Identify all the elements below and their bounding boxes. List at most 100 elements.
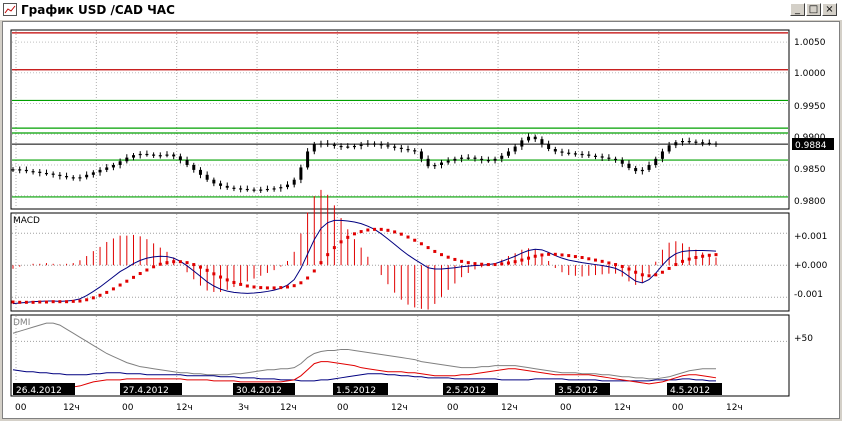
candle-body [312,144,316,152]
macd-signal-point [587,257,591,261]
macd-signal-point [406,235,410,239]
macd-signal-point [660,270,664,274]
macd-signal-point [31,300,35,304]
macd-signal-point [674,263,678,267]
candle-body [527,136,531,141]
macd-signal-point [446,255,450,259]
macd-signal-point [654,273,658,277]
date-label: 3.5.2012 [558,386,598,396]
macd-signal-point [473,262,477,266]
candle-body [85,174,89,178]
candle-body [279,187,283,189]
candle-body [326,143,330,145]
macd-panel[interactable] [10,212,790,312]
candle-body [145,153,149,156]
macd-signal-point [38,300,42,304]
candle-body [513,146,517,152]
macd-signal-point [527,256,531,260]
price-panel[interactable] [10,29,790,210]
macd-signal-point [614,263,618,267]
candle-body [533,136,537,140]
candle-body [500,155,504,159]
candle-body [600,156,604,158]
candle-body [547,144,551,149]
macd-signal-point [419,242,423,246]
candle-body [292,179,296,185]
candle-body [486,160,490,162]
candle-body [627,163,631,169]
macd-signal-point [620,264,624,268]
hour-label: 12ч [391,403,408,413]
chart-canvas[interactable]: 1.0050 1.0000 0.9950 0.9900 0.9850 0.980… [0,0,842,421]
dmi-label: DMI [13,318,30,328]
macd-signal-point [192,263,196,267]
price-tick-label: 1.0000 [794,69,826,79]
date-label: 2.5.2012 [446,386,486,396]
candle-body [105,167,109,170]
macd-signal-point [65,300,69,304]
candle-body [480,158,484,161]
macd-signal-point [319,261,323,265]
candle-body [98,169,102,173]
macd-signal-point [600,259,604,263]
macd-signal-point [279,286,283,290]
macd-signal-point [125,279,129,283]
candle-body [78,177,82,179]
candle-body [413,150,417,152]
candle-body [51,173,55,175]
hour-label: 00 [447,403,459,413]
macd-signal-point [306,276,310,280]
candle-body [460,157,464,159]
date-label: 26.4.2012 [16,386,62,396]
candle-body [245,188,249,191]
macd-signal-point [640,273,644,277]
candle-body [306,151,310,168]
candle-body [667,145,671,152]
macd-signal-point [553,252,557,256]
candle-body [138,153,142,156]
candle-body [31,171,35,173]
candle-body [694,141,698,143]
candle-body [446,160,450,163]
candle-body [614,158,618,161]
candle-body [232,187,236,189]
candle-body [433,164,437,167]
candle-body [707,142,711,145]
macd-signal-point [580,256,584,260]
candle-body [373,143,377,145]
macd-signal-point [366,228,370,232]
macd-signal-point [225,278,229,282]
candle-body [681,141,685,143]
candle-body [185,160,189,165]
macd-signal-point [51,300,55,304]
candle-body [660,151,664,159]
macd-signal-point [426,246,430,250]
hour-label: 3ч [238,403,249,413]
macd-signal-point [352,232,356,236]
candle-body [332,144,336,146]
macd-signal-point [634,270,638,274]
price-tick-label: 1.0050 [794,38,826,48]
macd-signal-point [433,249,437,253]
macd-signal-point [185,261,189,265]
macd-signal-point [245,284,249,288]
candle-body [453,158,457,161]
candle-body [640,169,644,172]
hour-label: 00 [337,403,349,413]
macd-signal-point [91,296,95,300]
price-tick-label: 0.9850 [794,165,826,175]
candle-body [205,174,209,180]
macd-signal-point [105,290,109,294]
candle-body [493,158,497,161]
macd-signal-point [359,230,363,234]
candle-body [634,168,638,172]
candle-body [714,143,718,145]
macd-signal-point [158,262,162,266]
candle-body [620,160,624,164]
macd-signal-point [78,299,82,303]
macd-signal-point [232,280,236,284]
macd-signal-point [71,299,75,303]
candle-body [553,149,557,152]
macd-signal-point [145,268,149,272]
candle-body [359,144,363,146]
